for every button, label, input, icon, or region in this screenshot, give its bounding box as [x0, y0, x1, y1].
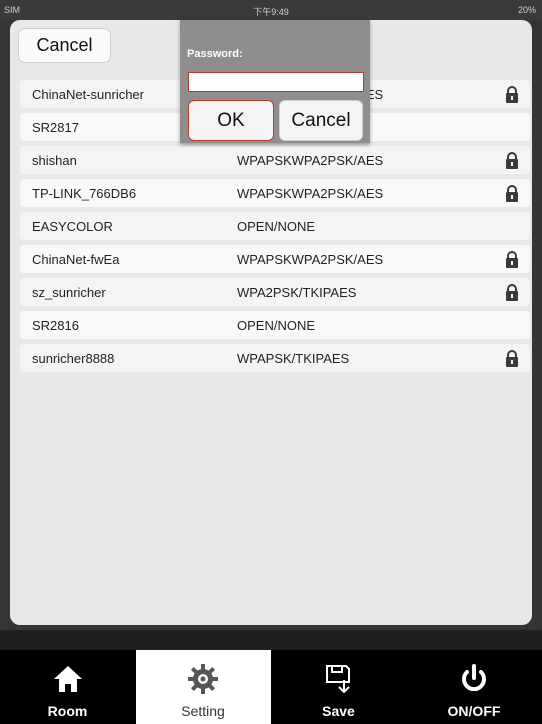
network-name: sz_sunricher [32, 285, 106, 300]
network-row[interactable]: sz_sunricher WPA2PSK/TKIPAES [20, 278, 530, 306]
home-icon [51, 662, 85, 696]
network-name: ChinaNet-fwEa [32, 252, 120, 267]
tab-label: Save [322, 703, 355, 719]
network-row[interactable]: ChinaNet-fwEa WPAPSKWPA2PSK/AES [20, 245, 530, 273]
password-input[interactable] [188, 72, 364, 92]
network-row[interactable]: shishan WPAPSKWPA2PSK/AES [20, 146, 530, 174]
network-row[interactable]: EASYCOLOR OPEN/NONE [20, 212, 530, 240]
network-row[interactable]: sunricher8888 WPAPSK/TKIPAES [20, 344, 530, 372]
battery-level: 20% [517, 5, 536, 15]
network-security: WPAPSKWPA2PSK/AES [237, 252, 384, 267]
network-name: SR2816 [32, 318, 79, 333]
network-security: OPEN/NONE [237, 318, 316, 333]
lock-icon [505, 251, 519, 268]
network-row[interactable]: SR2816 OPEN/NONE [20, 311, 530, 339]
network-name: TP-LINK_766DB6 [32, 186, 137, 201]
tab-label: Setting [181, 703, 225, 719]
app-screen: SIM 下午9:49 20% Cancel ChinaNet-sunricher… [0, 0, 542, 724]
network-security: WPAPSKWPA2PSK/AES [237, 153, 384, 168]
network-security: WPAPSK/TKIPAES [237, 351, 350, 366]
network-row[interactable]: TP-LINK_766DB6 WPAPSKWPA2PSK/AES [20, 179, 530, 207]
lock-icon [505, 185, 519, 202]
password-dialog: Password: OK Cancel [180, 20, 370, 143]
ok-button[interactable]: OK [188, 100, 274, 141]
cancel-button[interactable]: Cancel [18, 28, 111, 63]
tab-label: Room [47, 703, 88, 719]
network-name: EASYCOLOR [32, 219, 113, 234]
power-icon [457, 662, 491, 696]
status-time: 下午9:49 [253, 7, 289, 17]
network-security: WPA2PSK/TKIPAES [237, 285, 357, 300]
dialog-cancel-button[interactable]: Cancel [279, 100, 363, 141]
lock-icon [505, 152, 519, 169]
gear-icon [186, 662, 220, 696]
lock-icon [505, 350, 519, 367]
status-bar: SIM 下午9:49 20% [0, 0, 542, 20]
tab-save[interactable]: Save [271, 650, 406, 724]
network-security: WPAPSKWPA2PSK/AES [237, 186, 384, 201]
save-icon [322, 662, 356, 696]
network-security: OPEN/NONE [237, 219, 316, 234]
network-name: SR2817 [32, 120, 79, 135]
tab-room[interactable]: Room [0, 650, 135, 724]
tab-onoff[interactable]: ON/OFF [407, 650, 542, 724]
lock-icon [505, 284, 519, 301]
network-name: sunricher8888 [32, 351, 115, 366]
password-label: Password: [187, 48, 243, 60]
tab-setting[interactable]: Setting [135, 650, 271, 724]
network-name: shishan [32, 153, 77, 168]
network-name: ChinaNet-sunricher [32, 87, 144, 102]
tab-label: ON/OFF [447, 703, 501, 719]
tab-bar: Room Setting Save ON/OFF [0, 630, 542, 724]
lock-icon [505, 86, 519, 103]
